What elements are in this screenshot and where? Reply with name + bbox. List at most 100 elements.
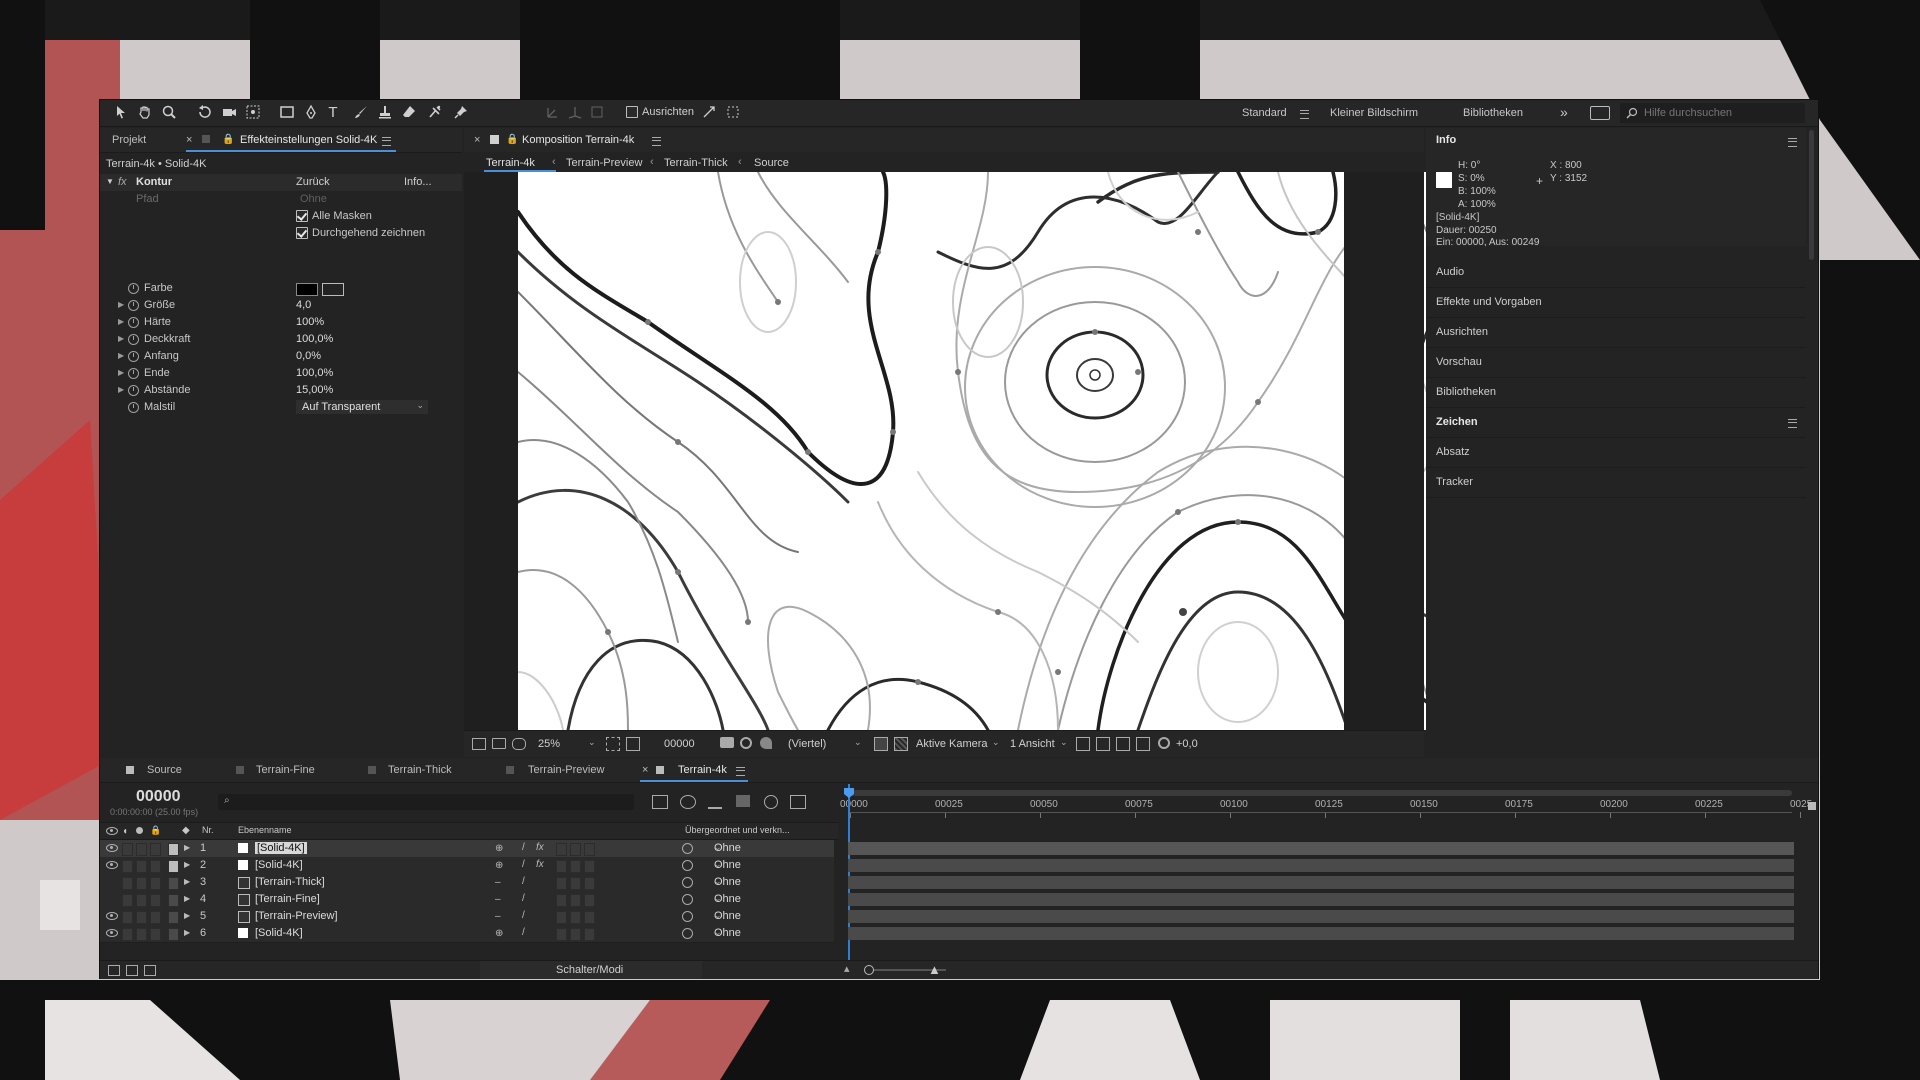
shy-switch-icon[interactable]: ⊕	[495, 928, 503, 939]
column-nr[interactable]: Nr.	[202, 825, 214, 835]
workspace-small-screen[interactable]: Kleiner Bildschirm	[1330, 107, 1418, 119]
breadcrumb-terrain-preview[interactable]: Terrain-Preview	[566, 157, 642, 169]
expand-icon[interactable]: ▶	[184, 894, 190, 903]
effect-kontur-row[interactable]: ▼ fx Kontur Zurück Info...	[100, 174, 462, 191]
stopwatch-icon[interactable]	[128, 317, 139, 328]
prop-value[interactable]: 100%	[296, 316, 324, 328]
layer-name[interactable]: [Terrain-Fine]	[255, 893, 320, 905]
panel-menu-icon[interactable]	[382, 137, 391, 146]
workspace-standard[interactable]: Standard	[1242, 107, 1287, 119]
comp-mini-flowchart-icon[interactable]	[652, 795, 668, 809]
chevron-down-icon[interactable]: ⌄	[714, 876, 798, 887]
lock-column-icon[interactable]: 🔒	[150, 825, 161, 836]
color-swatch[interactable]	[296, 283, 318, 296]
quality-switch-icon[interactable]: /	[522, 876, 525, 887]
switch-box[interactable]	[136, 860, 147, 873]
shy-switch-icon[interactable]: ⊕	[495, 860, 503, 871]
stroke-sequential-checkbox[interactable]: Durchgehend zeichnen	[296, 227, 425, 240]
audio-column-icon[interactable]: ◖	[122, 826, 128, 837]
timeline-menu-icon[interactable]	[736, 767, 745, 776]
shy-switch-icon[interactable]: ‒	[495, 877, 501, 888]
timeline-icon[interactable]	[1116, 737, 1130, 751]
switch-box[interactable]	[136, 877, 147, 890]
info-scrollbar-thumb[interactable]	[1809, 130, 1814, 260]
snapshot-camera-icon[interactable]	[720, 737, 734, 748]
switch-box[interactable]	[584, 877, 595, 890]
expand-icon[interactable]: ▶	[184, 911, 190, 920]
switch-box[interactable]	[150, 911, 161, 924]
expand-icon[interactable]: ▶	[184, 843, 190, 852]
tab-project[interactable]: Projekt	[112, 134, 146, 146]
layer-bar[interactable]	[848, 842, 1794, 855]
shy-layers-icon[interactable]	[708, 795, 722, 809]
switch-box[interactable]	[150, 843, 161, 856]
eye-icon[interactable]	[106, 912, 118, 920]
section-7[interactable]: Tracker	[1426, 468, 1806, 498]
axis-view-icon[interactable]	[588, 104, 606, 122]
exposure-value[interactable]: +0,0	[1176, 738, 1198, 750]
chevron-down-icon[interactable]: ⌄	[714, 859, 798, 870]
prop-value[interactable]: 4,0	[296, 299, 311, 311]
eraser-tool-icon[interactable]	[400, 104, 418, 122]
parent-dropdown[interactable]: Ohne ⌄	[694, 841, 802, 856]
switch-box[interactable]	[136, 928, 147, 941]
switch-box[interactable]	[122, 894, 133, 907]
shy-switch-icon[interactable]: ‒	[495, 894, 501, 905]
switch-box[interactable]	[150, 877, 161, 890]
video-column-eye-icon[interactable]	[106, 827, 118, 835]
stopwatch-icon[interactable]	[128, 334, 139, 345]
section-6[interactable]: Absatz	[1426, 438, 1806, 468]
effect-switch-icon[interactable]: fx	[536, 842, 544, 853]
text-tool-icon[interactable]: T	[324, 104, 342, 122]
help-search[interactable]	[1620, 103, 1805, 123]
resolution-dropdown[interactable]: (Viertel)	[788, 738, 826, 750]
workspace-menu-icon[interactable]	[1300, 110, 1309, 119]
motion-blur-icon[interactable]	[764, 795, 778, 809]
always-preview-icon[interactable]	[472, 738, 486, 750]
chevron-down-icon[interactable]: ⌄	[714, 893, 798, 904]
mask-visibility-icon[interactable]	[512, 738, 526, 750]
parent-dropdown[interactable]: Ohne ⌄	[694, 909, 802, 924]
stopwatch-icon[interactable]	[128, 300, 139, 311]
expand-icon[interactable]: ▶	[118, 317, 124, 326]
parent-dropdown[interactable]: Ohne ⌄	[694, 892, 802, 907]
prop-value[interactable]: 0,0%	[296, 350, 321, 362]
section-menu-icon[interactable]	[1788, 419, 1797, 428]
shy-switch-icon[interactable]: ⊕	[495, 843, 503, 854]
switch-box[interactable]	[570, 843, 581, 856]
pick-whip-icon[interactable]	[682, 911, 693, 922]
camera-tool-icon[interactable]	[220, 104, 238, 122]
tab-effect-controls[interactable]: Effekteinstellungen Solid-4K	[240, 134, 377, 146]
chevron-down-icon[interactable]: ⌄	[992, 737, 1000, 748]
chevron-down-icon[interactable]: ⌄	[416, 400, 424, 411]
tab-terrain-preview[interactable]: Terrain-Preview	[528, 764, 604, 776]
effect-switch-icon[interactable]: fx	[536, 859, 544, 870]
table-row[interactable]: ▶ 4 [Terrain-Fine] ‒ / Ohne ⌄	[100, 891, 834, 909]
stopwatch-icon[interactable]	[128, 385, 139, 396]
all-masks-checkbox[interactable]: Alle Masken	[296, 210, 372, 223]
effect-reset-button[interactable]: Zurück	[296, 176, 330, 188]
label-color[interactable]	[168, 877, 179, 890]
quality-switch-icon[interactable]: /	[522, 927, 525, 938]
label-color[interactable]	[168, 860, 179, 873]
layer-search[interactable]: ⌕	[218, 794, 634, 810]
section-3[interactable]: Vorschau	[1426, 348, 1806, 378]
eye-icon[interactable]	[106, 861, 118, 869]
layer-bar[interactable]	[848, 876, 1794, 889]
switch-box[interactable]	[122, 928, 133, 941]
switch-box[interactable]	[122, 911, 133, 924]
switch-box[interactable]	[556, 928, 567, 941]
timeline-timecode[interactable]: 00000	[136, 788, 181, 806]
switch-box[interactable]	[584, 911, 595, 924]
switch-box[interactable]	[584, 928, 595, 941]
switch-box[interactable]	[584, 860, 595, 873]
draft-3d-icon[interactable]	[680, 795, 696, 809]
camera-dropdown[interactable]: Aktive Kamera	[916, 738, 988, 750]
prop-value[interactable]: 100,0%	[296, 367, 333, 379]
switch-box[interactable]	[570, 877, 581, 890]
label-column-icon[interactable]: ◆	[182, 825, 190, 836]
chevron-down-icon[interactable]: ⌄	[1060, 737, 1068, 748]
puppet-pin-tool-icon[interactable]	[452, 104, 470, 122]
layer-name[interactable]: [Solid-4K]	[255, 927, 303, 939]
show-snapshot-icon[interactable]	[740, 737, 752, 749]
